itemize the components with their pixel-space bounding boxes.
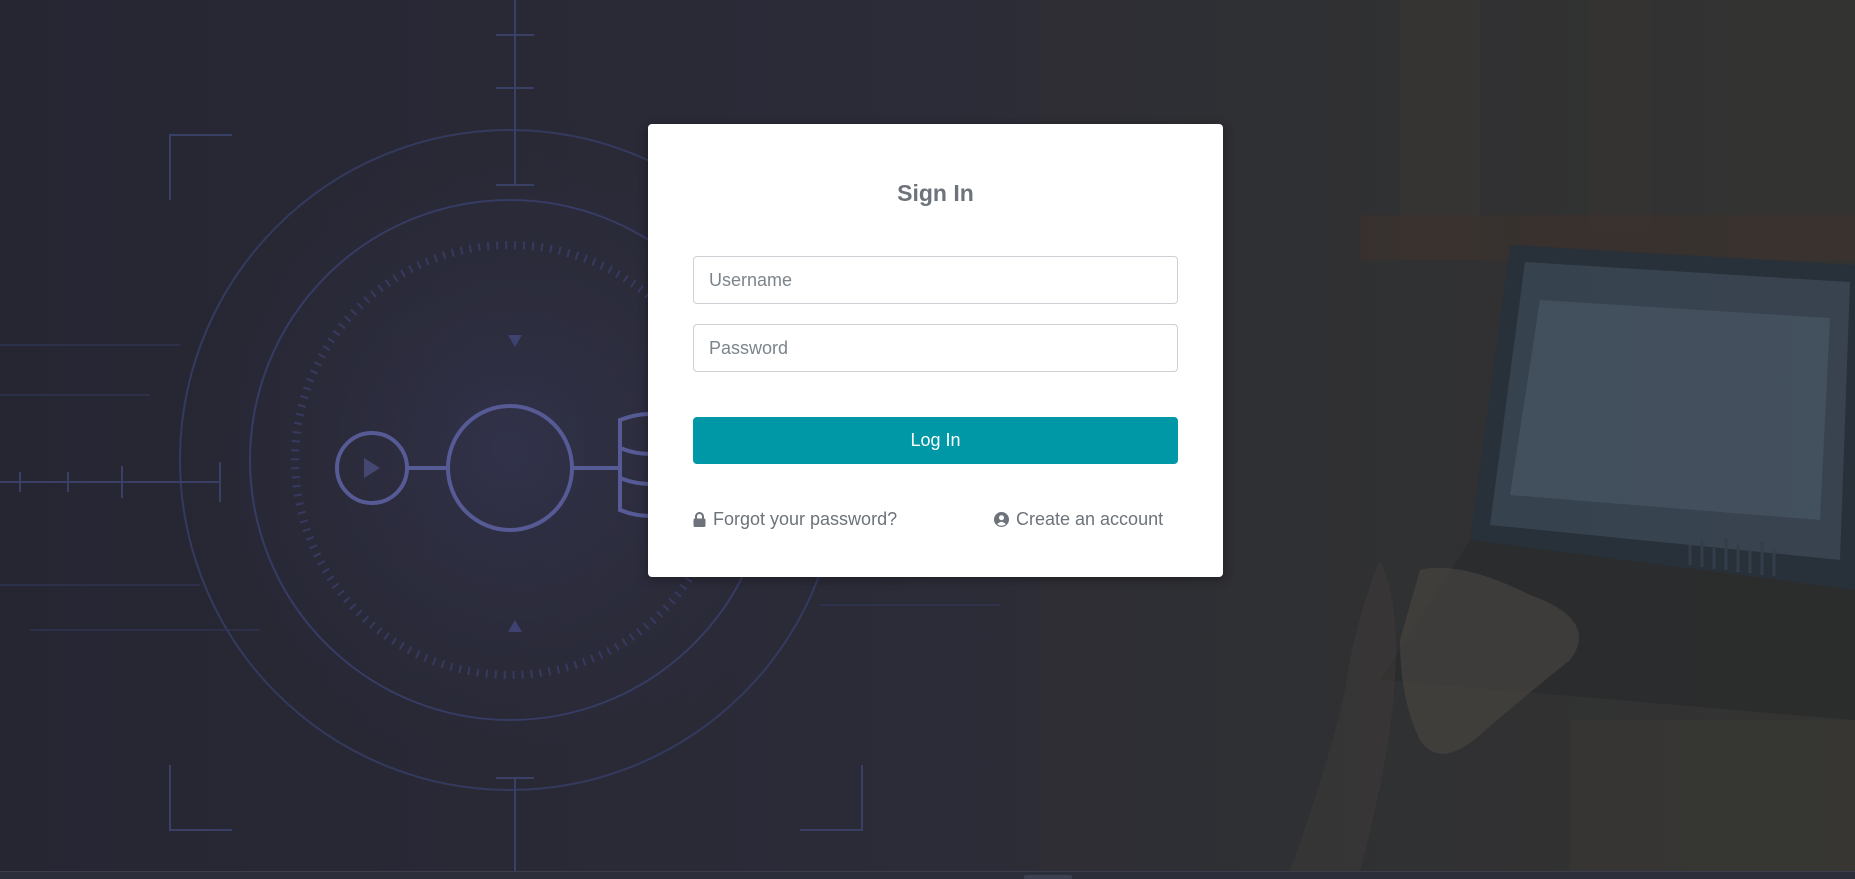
username-input[interactable] (693, 256, 1178, 304)
password-input[interactable] (693, 324, 1178, 372)
user-circle-icon (994, 511, 1009, 527)
page-title: Sign In (897, 180, 974, 206)
create-account-label: Create an account (1016, 508, 1164, 529)
create-account-link[interactable]: Create an account (994, 507, 1163, 531)
login-card: Sign In Log In Forgot your password? Cre… (648, 124, 1223, 577)
bottom-handle (1024, 875, 1072, 879)
bottom-strip (0, 871, 1855, 879)
lock-icon (693, 511, 706, 527)
forgot-password-link[interactable]: Forgot your password? (693, 507, 897, 531)
login-button[interactable]: Log In (693, 417, 1178, 464)
login-page: Sign In Log In Forgot your password? Cre… (0, 0, 1855, 879)
forgot-password-label: Forgot your password? (713, 508, 898, 529)
